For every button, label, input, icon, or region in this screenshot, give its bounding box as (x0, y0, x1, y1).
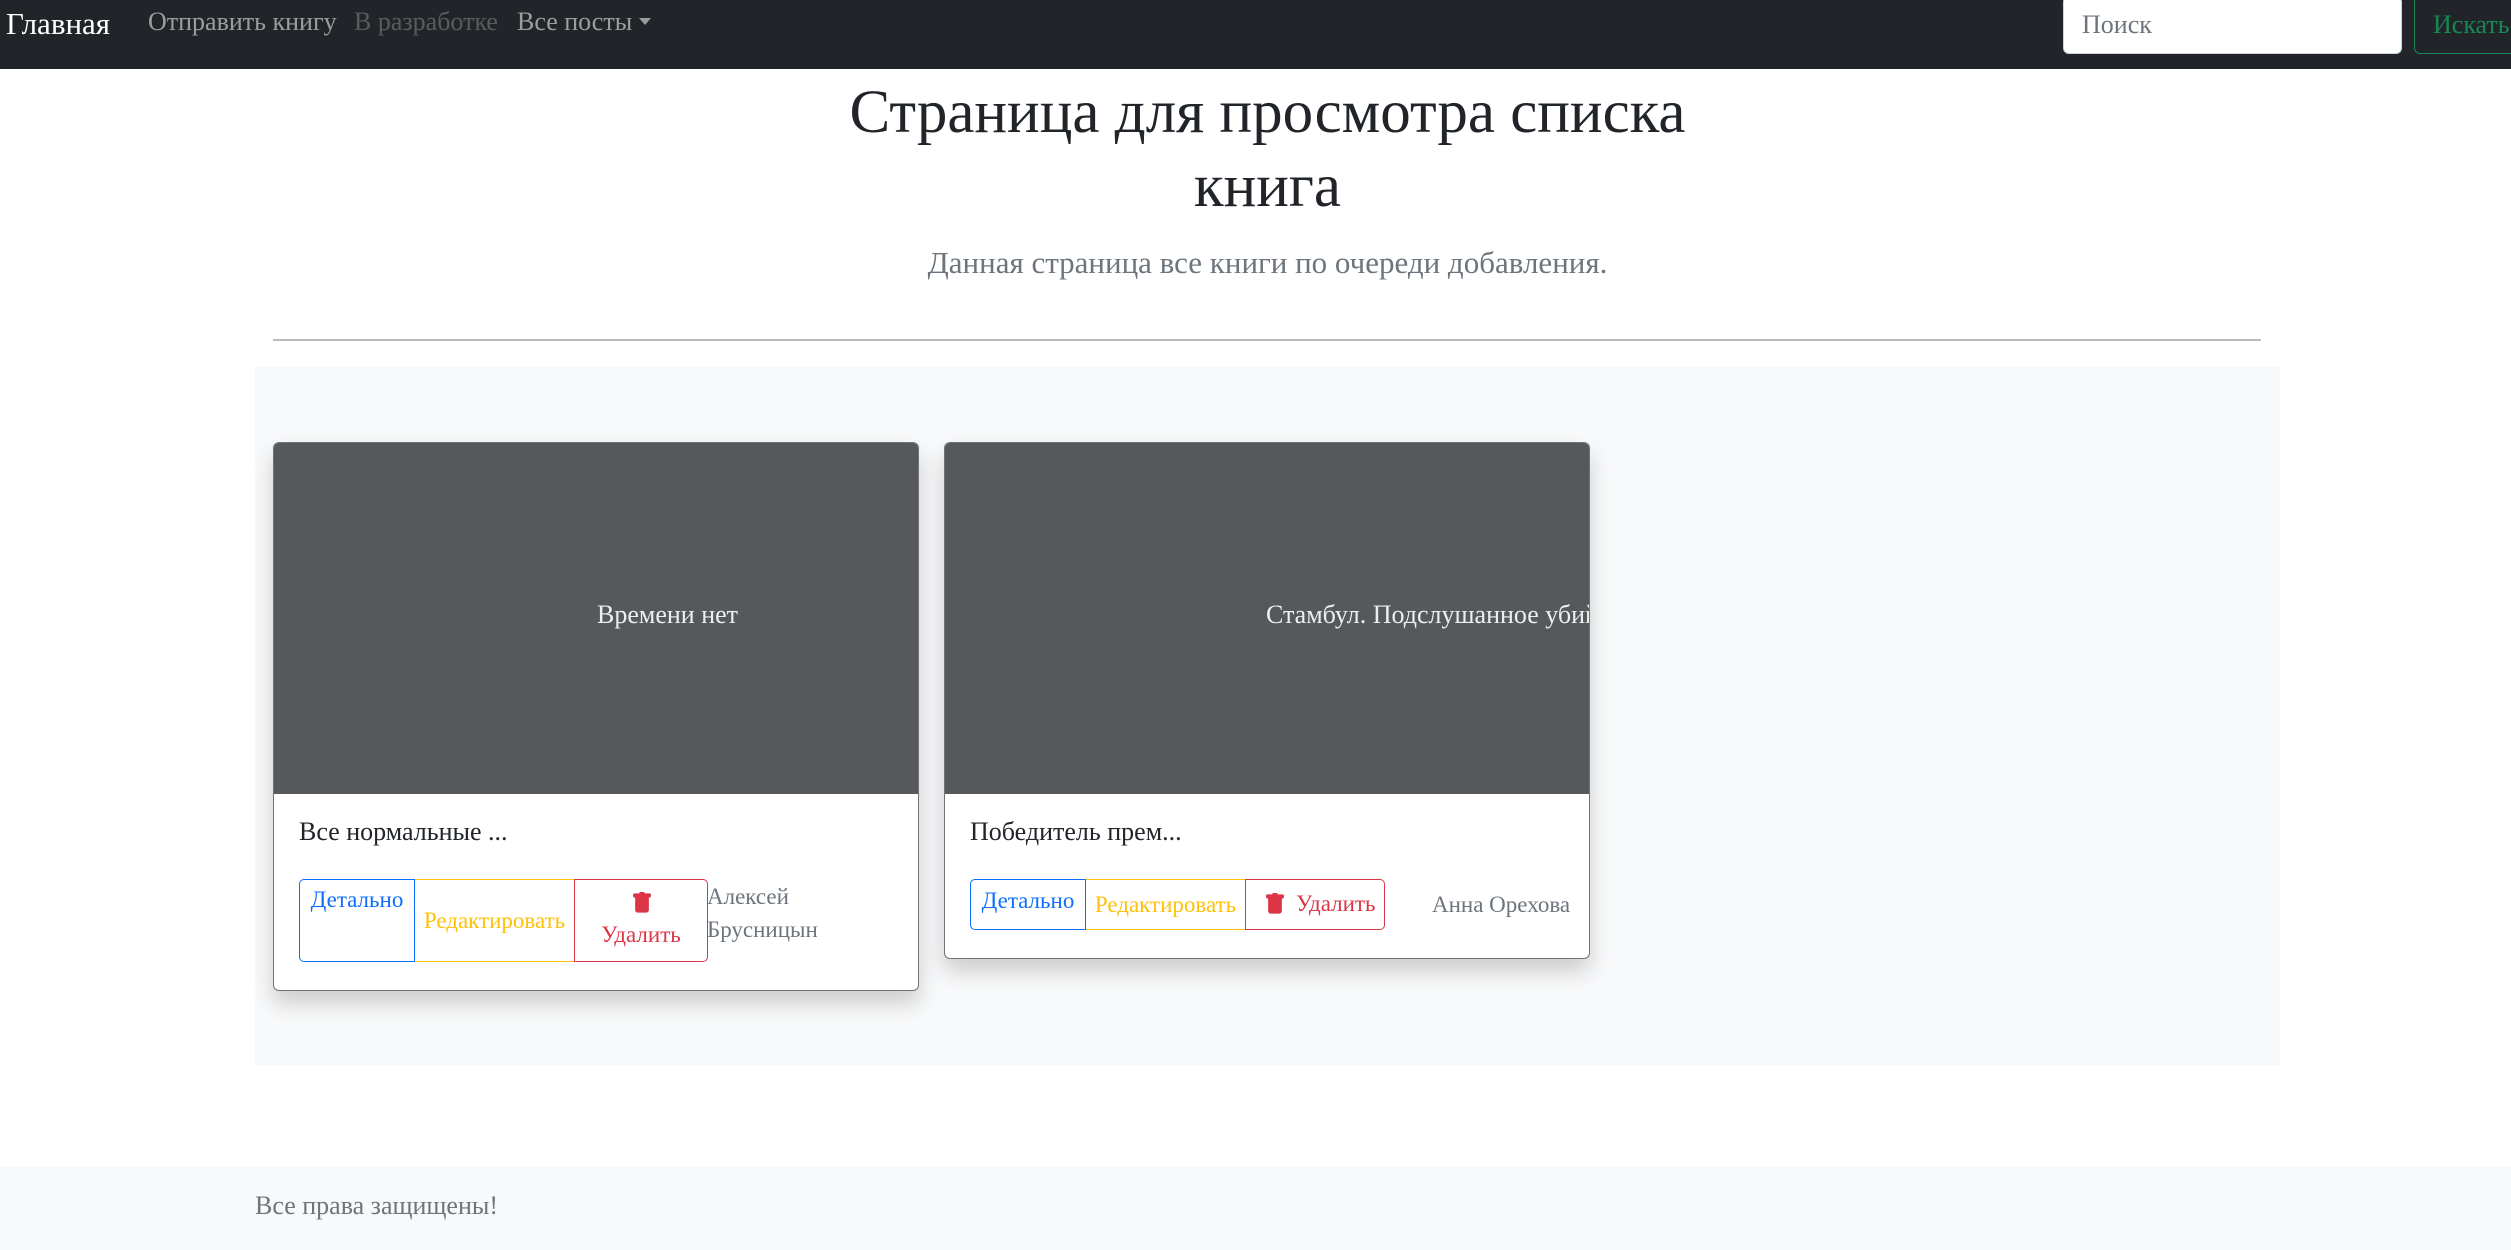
delete-button-label: Удалить (1296, 891, 1376, 916)
detail-button-label: Детально (981, 888, 1075, 913)
footer-copyright: Все права защищены! (255, 1191, 499, 1220)
trash-icon (633, 892, 651, 913)
edit-button[interactable]: Редактировать (1086, 879, 1246, 930)
book-card: Стамбул. Подслушанное убийство Победител… (944, 442, 1590, 959)
detail-button[interactable]: Детально (299, 879, 415, 962)
trash-icon (1266, 893, 1284, 914)
book-thumbnail: Стамбул. Подслушанное убийство (945, 443, 1589, 794)
nav-all-posts-label: Все посты (517, 7, 633, 36)
caret-down-icon (639, 18, 652, 25)
divider (273, 339, 2261, 341)
book-card: Времени нет Все нормальные ... Детально … (273, 442, 919, 991)
search-input[interactable] (2063, 0, 2402, 54)
book-author: Алексей Брусницын (707, 884, 818, 942)
edit-button[interactable]: Редактировать (415, 879, 575, 962)
book-thumbnail: Времени нет (274, 443, 918, 794)
nav-all-posts-dropdown[interactable]: Все посты (517, 7, 652, 37)
delete-button[interactable]: Удалить (574, 879, 708, 962)
book-list: Времени нет Все нормальные ... Детально … (255, 367, 2280, 1065)
footer: Все права защищены! (0, 1167, 2511, 1250)
book-description: Победитель прем... (970, 817, 1182, 846)
delete-button[interactable]: Удалить (1245, 879, 1385, 930)
thumbnail-title: Стамбул. Подслушанное убийство (1266, 600, 1589, 629)
page-title: Страница для просмотра списка книга (849, 79, 1686, 220)
detail-button-label: Детально (310, 887, 404, 912)
brand-home-link[interactable]: Главная (6, 6, 110, 42)
nav-in-development: В разработке (354, 7, 498, 36)
top-navbar: Главная Отправить книгу В разработке Все… (0, 0, 2511, 69)
book-description: Все нормальные ... (299, 817, 508, 846)
page-subtitle: Данная страница все книги по очереди доб… (927, 245, 1608, 280)
search-button[interactable]: Искать (2414, 0, 2511, 54)
delete-button-label: Удалить (601, 922, 681, 947)
thumbnail-title: Времени нет (597, 600, 739, 629)
book-author: Анна Орехова (1432, 892, 1571, 917)
detail-button[interactable]: Детально (970, 879, 1086, 930)
nav-submit-book[interactable]: Отправить книгу (148, 7, 337, 37)
